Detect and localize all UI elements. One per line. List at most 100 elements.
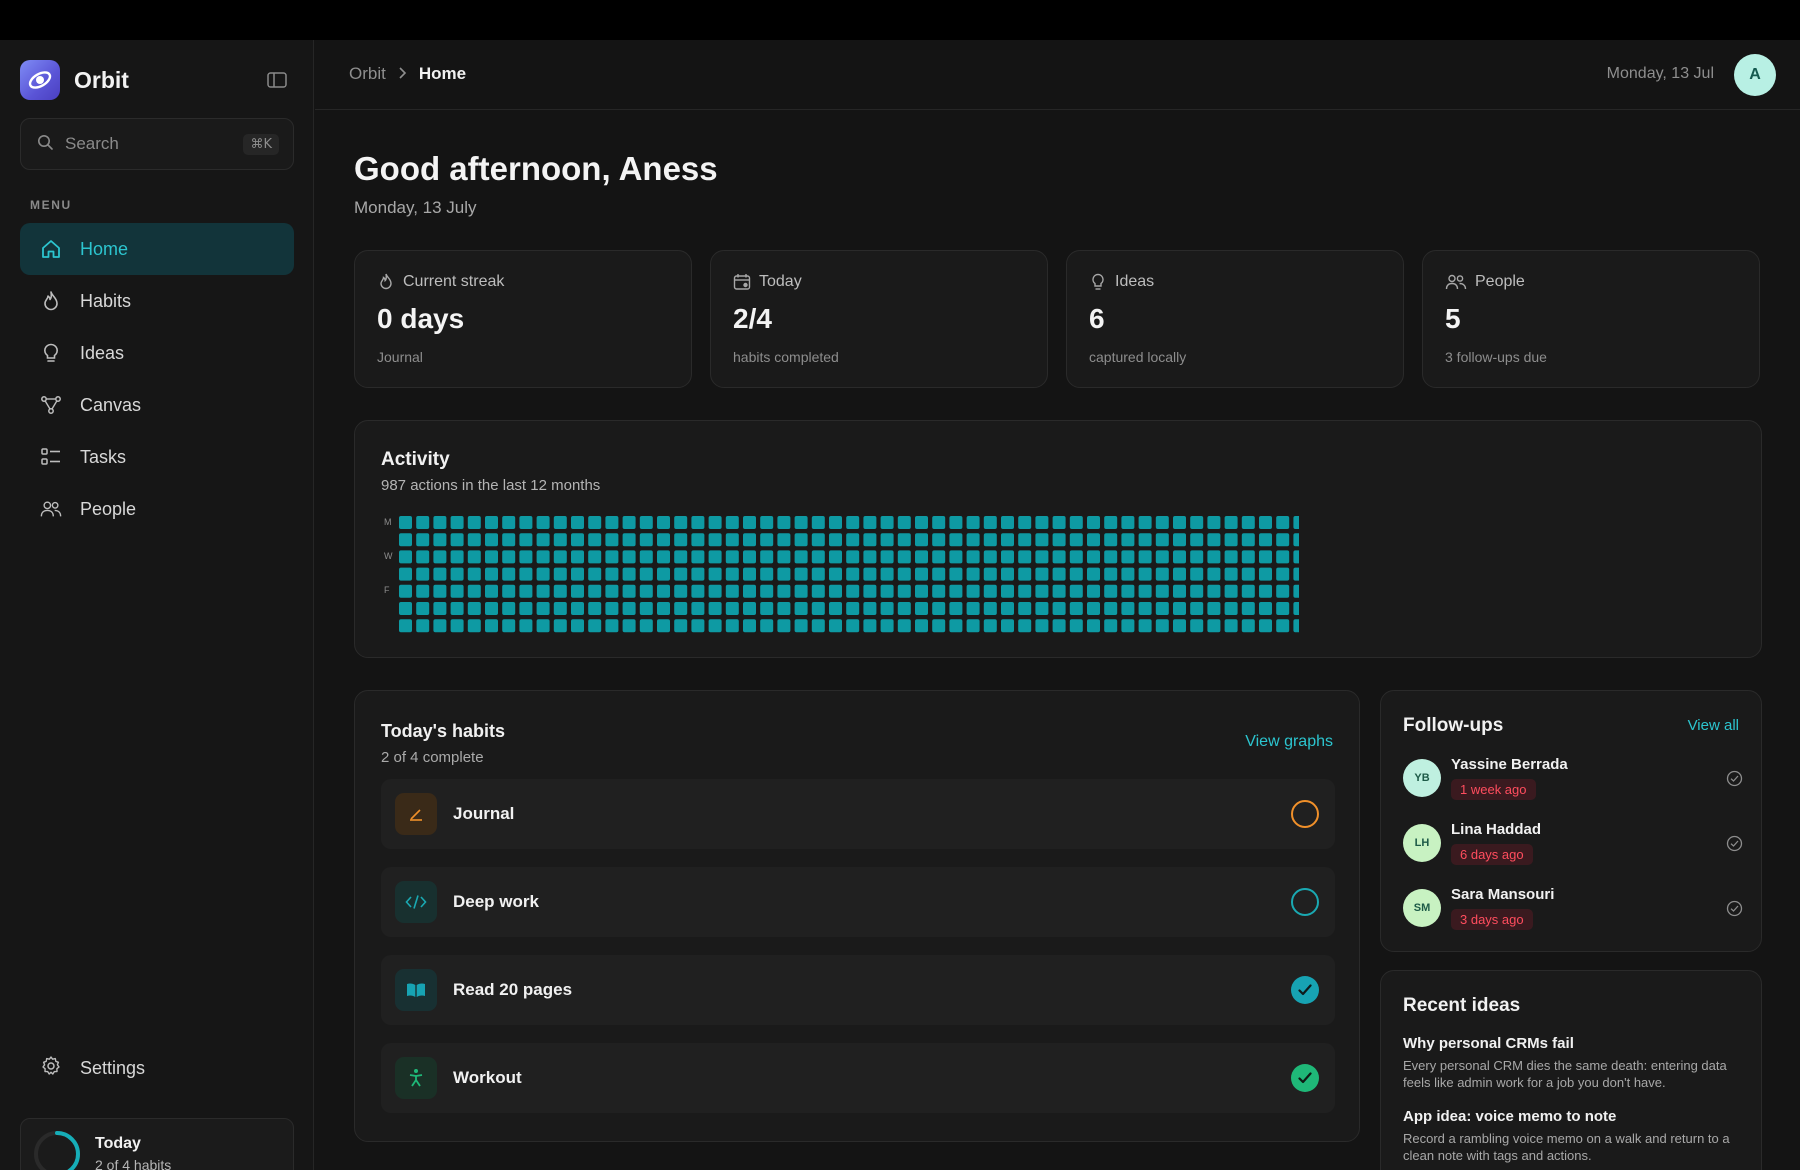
today-progress-ring [34,1131,80,1170]
check-circle-icon[interactable] [1725,834,1743,852]
stat-card-people[interactable]: People 5 3 follow-ups due [1422,250,1760,388]
heatmap-cell [794,533,808,547]
heatmap-cell [1259,567,1272,581]
heatmap-cell [1018,584,1032,598]
heatmap-cell [829,602,842,615]
habit-checkbox[interactable] [1291,888,1319,916]
heatmap-cell [588,619,602,633]
heatmap-cell [760,602,774,615]
stat-card-today[interactable]: Today 2/4 habits completed [710,250,1048,388]
sidebar-item-ideas[interactable]: Ideas [20,327,294,379]
heatmap-cell [949,619,963,633]
habit-row-journal[interactable]: Journal [381,779,1335,849]
stat-card-ideas[interactable]: Ideas 6 captured locally [1066,250,1404,388]
heatmap-cell [1207,567,1221,581]
heatmap-cell [1207,619,1221,633]
sidebar-item-label: Canvas [80,394,142,415]
check-icon[interactable] [1291,976,1319,1004]
sidebar-item-people[interactable]: People [20,483,294,535]
heatmap-cell [553,533,567,547]
menu-label: MENU [30,198,72,212]
nodes-icon [40,394,62,416]
breadcrumb-root[interactable]: Orbit [349,64,386,84]
sidebar-item-settings[interactable]: Settings [20,1046,294,1090]
heatmap-cell [1224,584,1238,598]
heatmap-cell [1207,550,1221,564]
heatmap-cell [777,533,791,547]
heatmap-cell [966,619,980,633]
heatmap-cell [1018,619,1032,633]
idea-item[interactable]: App idea: voice memo to note Record a ra… [1403,1108,1743,1164]
heatmap-cell [433,516,447,529]
stat-card-streak[interactable]: Current streak 0 days Journal [354,250,692,388]
users-icon [40,498,62,520]
sidebar-item-label: Tasks [80,446,127,467]
sidebar-item-label: Home [80,238,129,259]
lightbulb-icon [40,342,62,364]
heatmap-cell [915,584,928,598]
flame-icon [40,290,62,312]
heatmap-cell [983,550,997,564]
today-progress-card[interactable]: Today 2 of 4 habits [20,1118,294,1170]
heatmap-cell [915,567,928,581]
search-icon [37,134,53,155]
heatmap-cell [880,619,894,633]
search-box[interactable]: Search ⌘K [20,118,294,170]
idea-title: App idea: voice memo to note [1403,1108,1617,1125]
check-circle-icon[interactable] [1725,899,1743,917]
heatmap-cell [1224,516,1238,529]
heatmap-cell [743,516,756,529]
heatmap-cell [1276,567,1290,581]
habit-row-deep-work[interactable]: Deep work [381,867,1335,937]
followup-row[interactable]: SM Sara Mansouri 3 days ago [1403,881,1743,935]
avatar: LH [1403,824,1441,862]
heatmap-cell [691,602,705,615]
idea-item[interactable]: Why personal CRMs fail Every personal CR… [1403,1035,1743,1091]
heatmap-cell [416,584,430,598]
heatmap-cell [829,516,842,529]
heatmap-cell [1001,533,1014,547]
heatmap-cell [811,550,825,564]
heatmap-cell [743,567,756,581]
habit-row-workout[interactable]: Workout [381,1043,1335,1113]
heatmap-cell [588,533,602,547]
habit-row-read[interactable]: Read 20 pages [381,955,1335,1025]
sidebar-item-tasks[interactable]: Tasks [20,431,294,483]
heatmap-cell [588,567,602,581]
followups-title: Follow-ups [1403,715,1504,736]
heatmap-cell [829,584,842,598]
sidebar-item-home[interactable]: Home [20,223,294,275]
stat-subtext: Journal [377,349,423,365]
check-icon[interactable] [1291,1064,1319,1092]
idea-description: Record a rambling voice memo on a walk a… [1403,1131,1730,1163]
heatmap-cell [1259,550,1272,564]
sidebar-item-canvas[interactable]: Canvas [20,379,294,431]
avatar[interactable]: A [1734,54,1776,96]
brand[interactable]: Orbit [20,60,129,100]
heatmap-cell [622,602,636,615]
heatmap-cell [1052,619,1066,633]
sidebar-toggle-icon[interactable] [264,68,290,92]
followup-row[interactable]: YB Yassine Berrada 1 week ago [1403,751,1743,805]
heatmap-cell [880,602,894,615]
habit-checkbox[interactable] [1291,800,1319,828]
heatmap-cell [1138,516,1152,529]
heatmap-cell [794,602,808,615]
heatmap-cell [983,602,997,615]
heatmap-cell [915,602,928,615]
view-graphs-link[interactable]: View graphs [1245,733,1333,751]
heatmap-cell [571,619,584,633]
heatmap-cell [450,602,464,615]
check-circle-icon[interactable] [1725,769,1743,787]
sidebar-item-habits[interactable]: Habits [20,275,294,327]
heatmap-cell [1241,619,1255,633]
heatmap-cell [1293,516,1299,529]
heatmap-cell [450,533,464,547]
followup-row[interactable]: LH Lina Haddad 6 days ago [1403,816,1743,870]
view-all-link[interactable]: View all [1688,717,1739,734]
heatmap-cell [1087,584,1100,598]
heatmap-cell [605,567,619,581]
home-icon [40,238,62,260]
followup-name: Sara Mansouri [1451,886,1555,903]
heatmap-cell [846,533,860,547]
